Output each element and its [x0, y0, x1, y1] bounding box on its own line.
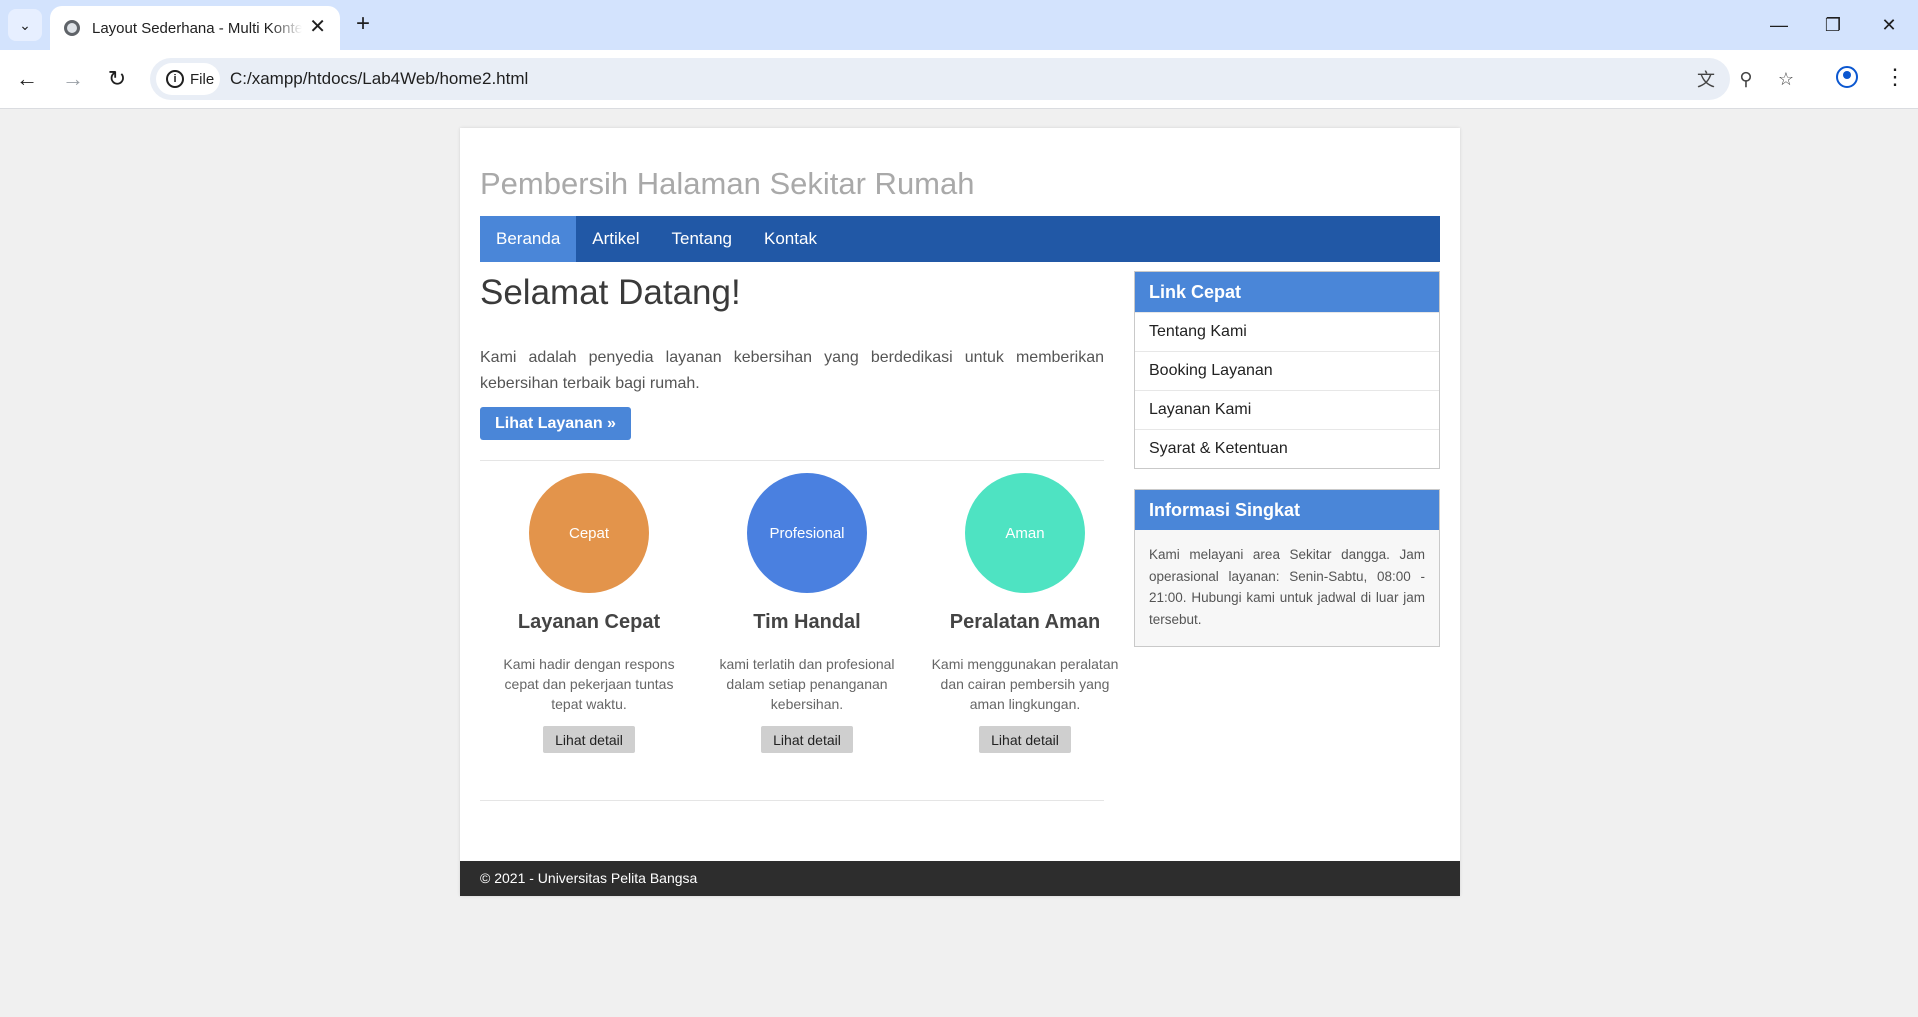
intro-text: Kami adalah penyedia layanan kebersihan … [480, 349, 1104, 392]
reload-icon[interactable]: ↻ [102, 64, 132, 94]
nav-item-beranda[interactable]: Beranda [480, 216, 577, 262]
site-info-chip[interactable]: i File [156, 63, 220, 95]
info-panel: Informasi Singkat Kami melayani area Sek… [1134, 489, 1440, 647]
browser-toolbar: ← → ↻ i File C:/xampp/htdocs/Lab4Web/hom… [0, 50, 1918, 109]
browser-tab[interactable]: Layout Sederhana - Multi Konten ✕ [50, 6, 340, 50]
quick-link-layanan-kami[interactable]: Layanan Kami [1135, 390, 1439, 429]
welcome-heading: Selamat Datang! [480, 273, 741, 312]
feature-card: Profesional Tim Handal kami terlatih dan… [704, 473, 910, 753]
forward-icon[interactable]: → [58, 64, 88, 94]
site-title: Pembersih Halaman Sekitar Rumah [480, 166, 975, 201]
quick-links-panel: Link Cepat Tentang Kami Booking Layanan … [1134, 271, 1440, 469]
feature-circle: Cepat [529, 473, 649, 593]
detail-button[interactable]: Lihat detail [761, 726, 853, 753]
info-icon: i [166, 70, 184, 88]
main-content: Selamat Datang! Kami adalah penyedia lay… [480, 273, 1118, 801]
restore-icon[interactable]: ❐ [1818, 10, 1848, 40]
footer: © 2021 - Universitas Pelita Bangsa [460, 861, 1460, 896]
close-icon[interactable]: ✕ [309, 17, 326, 37]
favicon-icon [64, 20, 80, 36]
nav-item-artikel[interactable]: Artikel [576, 216, 655, 262]
chip-label: File [190, 70, 215, 88]
divider [480, 460, 1104, 461]
sidebar: Link Cepat Tentang Kami Booking Layanan … [1134, 271, 1440, 647]
feature-circle: Profesional [747, 473, 867, 593]
feature-title: Layanan Cepat [517, 611, 661, 633]
window-close-icon[interactable]: ✕ [1874, 10, 1904, 40]
tab-search-icon[interactable]: ⌄ [8, 9, 42, 41]
detail-button[interactable]: Lihat detail [979, 726, 1071, 753]
star-icon[interactable]: ☆ [1774, 67, 1798, 91]
divider [480, 800, 1104, 801]
profile-icon[interactable] [1836, 66, 1858, 88]
footer-text: © 2021 - Universitas Pelita Bangsa [480, 870, 698, 886]
quick-link-booking-layanan[interactable]: Booking Layanan [1135, 351, 1439, 390]
feature-card: Aman Peralatan Aman Kami menggunakan per… [922, 473, 1128, 753]
menu-icon[interactable]: ⋮ [1884, 64, 1906, 90]
translate-icon[interactable]: 文 [1694, 67, 1718, 91]
zoom-icon[interactable]: ⚲ [1734, 67, 1758, 91]
plus-icon[interactable]: + [356, 12, 370, 36]
info-title: Informasi Singkat [1135, 490, 1439, 530]
url-text[interactable]: C:/xampp/htdocs/Lab4Web/home2.html [230, 69, 528, 89]
quick-link-syarat-ketentuan[interactable]: Syarat & Ketentuan [1135, 429, 1439, 468]
info-text: Kami melayani area Sekitar dangga. Jam o… [1135, 530, 1439, 646]
browser-tab-bar: ⌄ Layout Sederhana - Multi Konten ✕ + — … [0, 0, 1918, 50]
feature-title: Tim Handal [753, 611, 861, 633]
feature-text: Kami hadir dengan respons cepat dan peke… [503, 656, 675, 712]
detail-button[interactable]: Lihat detail [543, 726, 635, 753]
back-icon[interactable]: ← [12, 64, 42, 94]
nav-item-kontak[interactable]: Kontak [748, 216, 833, 262]
minimize-icon[interactable]: — [1764, 10, 1794, 40]
feature-circle: Aman [965, 473, 1085, 593]
tab-title: Layout Sederhana - Multi Konten [92, 19, 302, 37]
quick-links-title: Link Cepat [1135, 272, 1439, 312]
address-bar[interactable]: i File C:/xampp/htdocs/Lab4Web/home2.htm… [150, 58, 1794, 100]
feature-text: Kami menggunakan peralatan dan cairan pe… [931, 656, 1119, 712]
view-services-button[interactable]: Lihat Layanan » [480, 407, 631, 440]
quick-link-tentang-kami[interactable]: Tentang Kami [1135, 312, 1439, 351]
feature-card: Cepat Layanan Cepat Kami hadir dengan re… [486, 473, 692, 753]
nav-item-tentang[interactable]: Tentang [656, 216, 749, 262]
page-container: Pembersih Halaman Sekitar Rumah Beranda … [460, 128, 1460, 896]
feature-text: kami terlatih dan profesional dalam seti… [719, 656, 895, 712]
feature-title: Peralatan Aman [949, 611, 1101, 633]
main-nav: Beranda Artikel Tentang Kontak [480, 216, 1440, 262]
